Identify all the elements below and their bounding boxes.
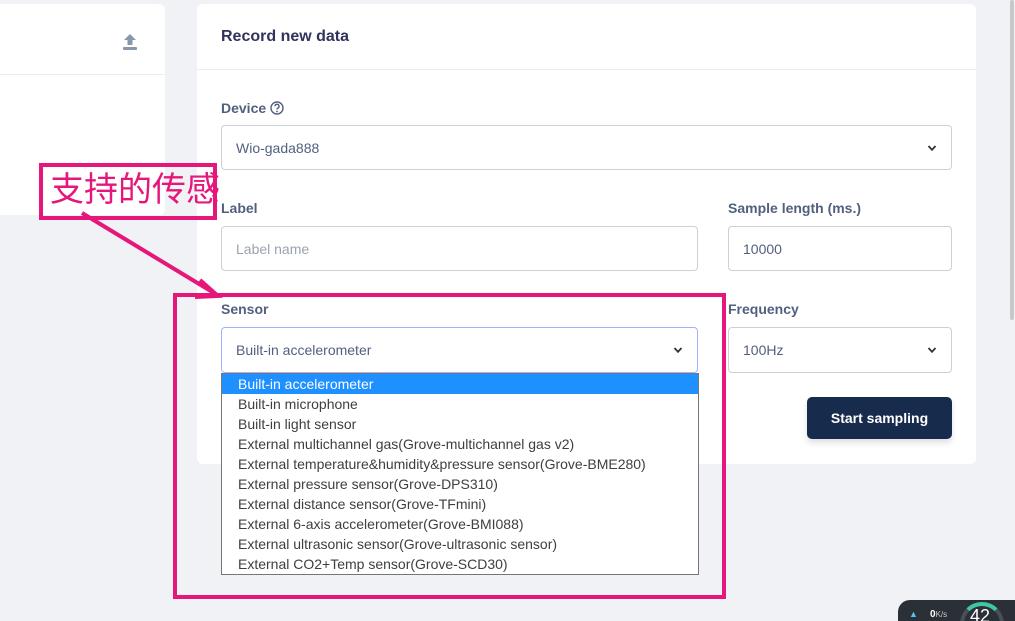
label-input-placeholder: Label name <box>236 240 310 257</box>
network-speed: 0K/s <box>930 609 948 620</box>
frequency-select[interactable]: 100Hz <box>728 327 952 373</box>
sample-length-label: Sample length (ms.) <box>728 200 862 216</box>
device-select-value: Wio-gada888 <box>236 139 320 156</box>
frequency-label: Frequency <box>728 301 799 317</box>
start-sampling-button[interactable]: Start sampling <box>807 397 952 439</box>
upload-icon[interactable] <box>121 32 139 52</box>
label-field-label: Label <box>221 200 258 216</box>
device-label: Device <box>221 100 267 116</box>
annotation-highlight-box <box>173 293 726 599</box>
device-label-row: Device <box>221 100 284 118</box>
card-title: Record new data <box>221 28 350 45</box>
chevron-down-icon <box>927 144 937 151</box>
device-select[interactable]: Wio-gada888 <box>221 125 952 170</box>
page-scrollbar[interactable] <box>1009 0 1015 621</box>
left-panel-divider <box>0 74 165 75</box>
network-speed-widget: ▲ 0K/s 42 <box>898 600 1015 621</box>
card-header: Record new data <box>197 4 976 70</box>
sample-length-value: 10000 <box>743 240 782 257</box>
sample-length-input[interactable]: 10000 <box>728 226 952 271</box>
upload-arrow-icon: ▲ <box>909 609 918 619</box>
help-icon[interactable] <box>270 101 284 118</box>
scrollbar-thumb[interactable] <box>1010 0 1014 320</box>
label-input[interactable]: Label name <box>221 226 698 271</box>
chevron-down-icon <box>927 347 937 354</box>
frequency-select-value: 100Hz <box>743 342 784 358</box>
gauge-value: 42 <box>970 606 991 621</box>
annotation-text: 支持的传感 <box>50 170 220 210</box>
